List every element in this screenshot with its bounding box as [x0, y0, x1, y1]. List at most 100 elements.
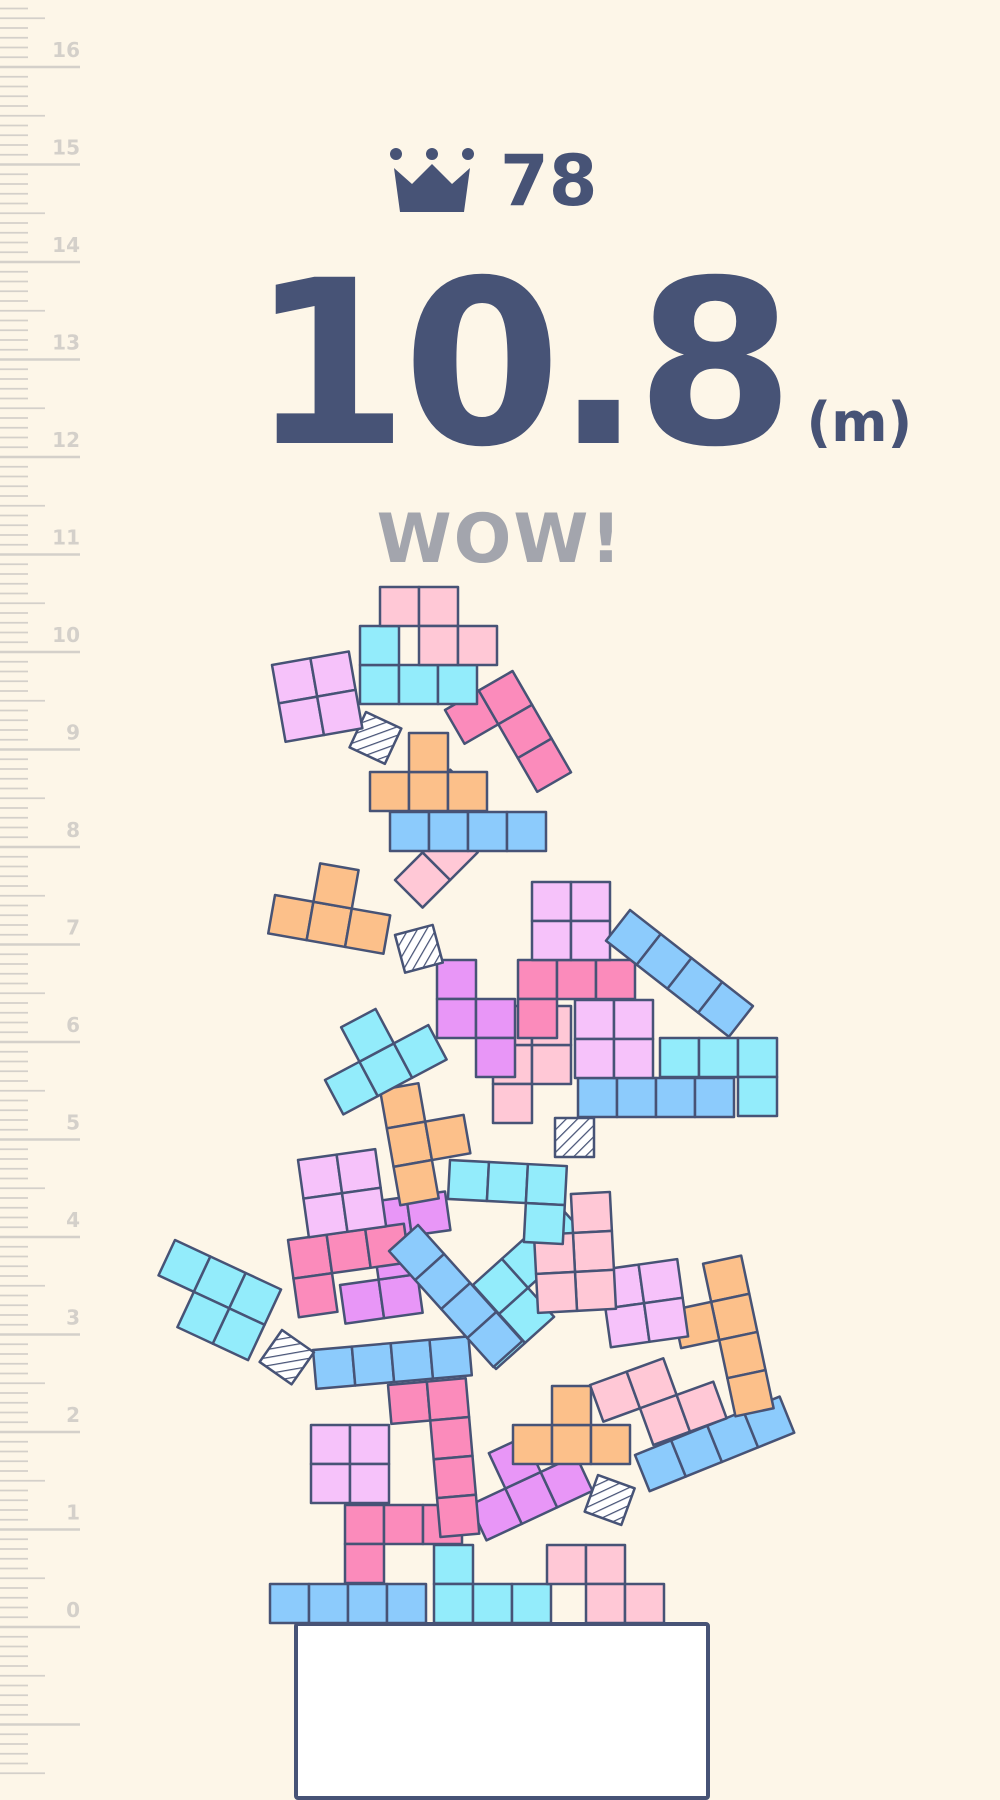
block-cell — [435, 1493, 481, 1539]
tower-block — [157, 1238, 283, 1362]
tower-block — [432, 1543, 553, 1625]
block-cell — [343, 1503, 386, 1546]
tower-block — [545, 1543, 666, 1625]
tower-block — [270, 650, 364, 744]
block-cell — [268, 1582, 311, 1625]
block-cell — [378, 585, 421, 628]
pedestal — [294, 1622, 710, 1800]
block-cell — [312, 862, 360, 910]
block-cell — [385, 1582, 428, 1625]
block-cell — [726, 1368, 775, 1418]
block-cell — [427, 810, 470, 853]
block-cell — [658, 1036, 701, 1079]
block-cell — [530, 1043, 573, 1086]
block-cell — [309, 1423, 352, 1466]
hatched-block — [583, 1473, 636, 1527]
block-cell — [386, 1380, 432, 1426]
block-cell — [311, 1345, 357, 1391]
block-cell — [505, 810, 548, 853]
block-cell — [417, 624, 460, 667]
block-cell — [491, 1082, 534, 1125]
block-cell — [583, 1473, 636, 1527]
block-cell — [392, 1158, 440, 1207]
block-cell — [530, 919, 573, 962]
tower-block — [446, 1158, 569, 1246]
block-cell — [573, 1037, 616, 1080]
block-cell — [510, 1582, 553, 1625]
block-cell — [693, 1076, 736, 1119]
block-cell — [446, 1158, 491, 1203]
block-cell — [382, 1503, 425, 1546]
block-cell — [736, 1075, 779, 1118]
block-cell — [428, 1335, 474, 1380]
block-cell — [466, 810, 509, 853]
block-cell — [569, 1190, 614, 1235]
block-cell — [393, 923, 445, 974]
block-cell — [423, 1113, 472, 1162]
block-cell — [612, 998, 655, 1041]
block-cell — [315, 688, 364, 737]
tower-block — [388, 810, 548, 853]
block-cell — [343, 907, 392, 955]
block-cell — [471, 1582, 514, 1625]
block-cell — [388, 810, 431, 853]
tower-block — [268, 1582, 428, 1625]
tower-block — [323, 1007, 448, 1116]
block-cell — [522, 1201, 567, 1246]
block-cell — [589, 1423, 632, 1466]
block-cell — [446, 770, 489, 813]
block-cell — [576, 1076, 619, 1119]
hatched-block — [553, 1116, 596, 1159]
block-cell — [435, 958, 478, 1001]
block-cell — [358, 624, 401, 667]
block-cell — [346, 1582, 389, 1625]
block-cell — [286, 1233, 334, 1280]
block-cell — [348, 1462, 391, 1505]
block-cell — [569, 880, 612, 923]
block-cell — [292, 1271, 339, 1319]
block-cell — [436, 663, 479, 706]
block-cell — [397, 663, 440, 706]
tower-block — [309, 1423, 391, 1505]
block-cell — [456, 624, 499, 667]
block-cell — [407, 731, 450, 774]
block-cell — [358, 663, 401, 706]
block-tower — [157, 585, 796, 1625]
block-cell — [417, 585, 460, 628]
block-cell — [524, 1162, 569, 1207]
block-cell — [368, 770, 411, 813]
block-cell — [584, 1582, 627, 1625]
block-cell — [594, 958, 637, 1001]
tower-block — [435, 958, 517, 1079]
block-cell — [474, 997, 517, 1040]
tower-block — [266, 862, 392, 955]
block-cell — [530, 880, 573, 923]
block-cell — [550, 1423, 593, 1466]
block-cell — [435, 997, 478, 1040]
block-cell — [736, 1036, 779, 1079]
tower-block — [573, 998, 655, 1080]
block-cell — [516, 958, 559, 1001]
block-cell — [432, 1454, 478, 1500]
block-cell — [340, 1186, 388, 1234]
block-cell — [545, 1543, 588, 1586]
block-cell — [553, 1116, 596, 1159]
block-cell — [569, 919, 612, 962]
block-cell — [429, 1415, 474, 1461]
block-cell — [338, 1278, 386, 1325]
block-cell — [335, 1147, 382, 1195]
block-cell — [350, 1341, 396, 1387]
block-cell — [534, 1270, 579, 1315]
block-cell — [550, 1384, 593, 1427]
block-cell — [615, 1076, 658, 1119]
block-cell — [485, 1160, 530, 1205]
block-cell — [432, 1543, 475, 1586]
block-cell — [389, 1338, 435, 1384]
hatched-block — [258, 1328, 316, 1386]
block-cell — [474, 1036, 517, 1079]
block-cell — [432, 1582, 475, 1625]
block-cell — [573, 1268, 618, 1313]
block-cell — [697, 1036, 740, 1079]
block-cell — [511, 1423, 554, 1466]
block-cell — [309, 1462, 352, 1505]
